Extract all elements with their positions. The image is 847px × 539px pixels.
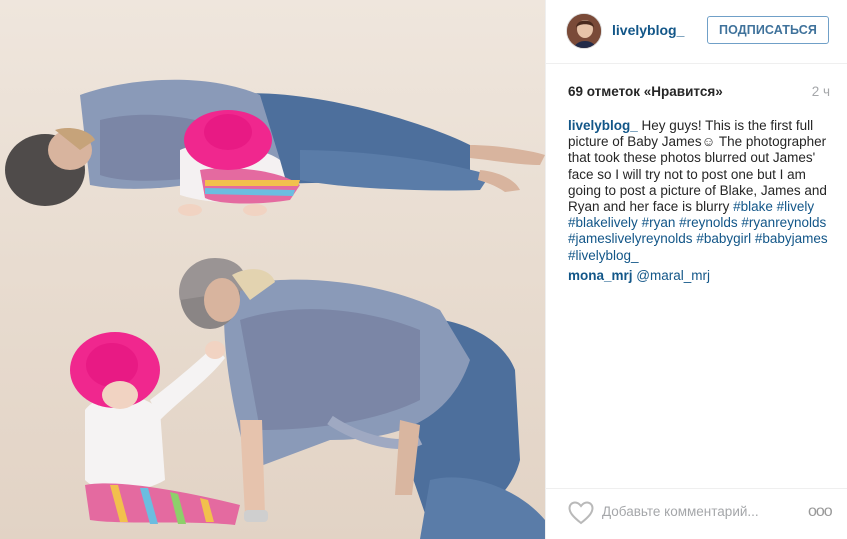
hashtag[interactable]: #babyjames [755,231,828,246]
comment-username[interactable]: mona_mrj [568,268,633,283]
follow-button[interactable]: ПОДПИСАТЬСЯ [707,16,829,44]
post-time[interactable]: 2 ч [812,84,830,99]
more-options-icon[interactable]: ooo [808,503,833,521]
hashtag[interactable]: #blake [733,199,773,214]
hashtag[interactable]: #reynolds [679,215,738,230]
post-username[interactable]: livelyblog_ [612,22,684,38]
heart-icon[interactable] [568,501,594,525]
post-photo[interactable] [0,0,545,539]
comment-input[interactable]: Добавьте комментарий... [602,504,759,519]
comment-item: mona_mrj @maral_mrj [568,268,836,284]
post-footer: Добавьте комментарий... ooo [546,488,847,539]
post-side-panel: livelyblog_ ПОДПИСАТЬСЯ 69 отметок «Нрав… [545,0,847,539]
hashtag[interactable]: #ryan [642,215,676,230]
comment-mention[interactable]: @maral_mrj [636,268,710,283]
likes-row: 69 отметок «Нравится» 2 ч [568,84,830,102]
caption-username[interactable]: livelyblog_ [568,118,638,133]
hashtag[interactable]: #jameslivelyreynolds [568,231,693,246]
hashtag[interactable]: #lively [777,199,815,214]
post-header: livelyblog_ ПОДПИСАТЬСЯ [546,0,847,64]
hashtag[interactable]: #babygirl [696,231,751,246]
avatar[interactable] [566,13,602,49]
hashtag[interactable]: #livelyblog_ [568,248,639,263]
hashtag[interactable]: #blakelively [568,215,638,230]
hashtag[interactable]: #ryanreynolds [741,215,826,230]
post-caption: livelyblog_ Hey guys! This is the first … [568,118,836,264]
likes-count[interactable]: 69 отметок «Нравится» [568,84,723,99]
